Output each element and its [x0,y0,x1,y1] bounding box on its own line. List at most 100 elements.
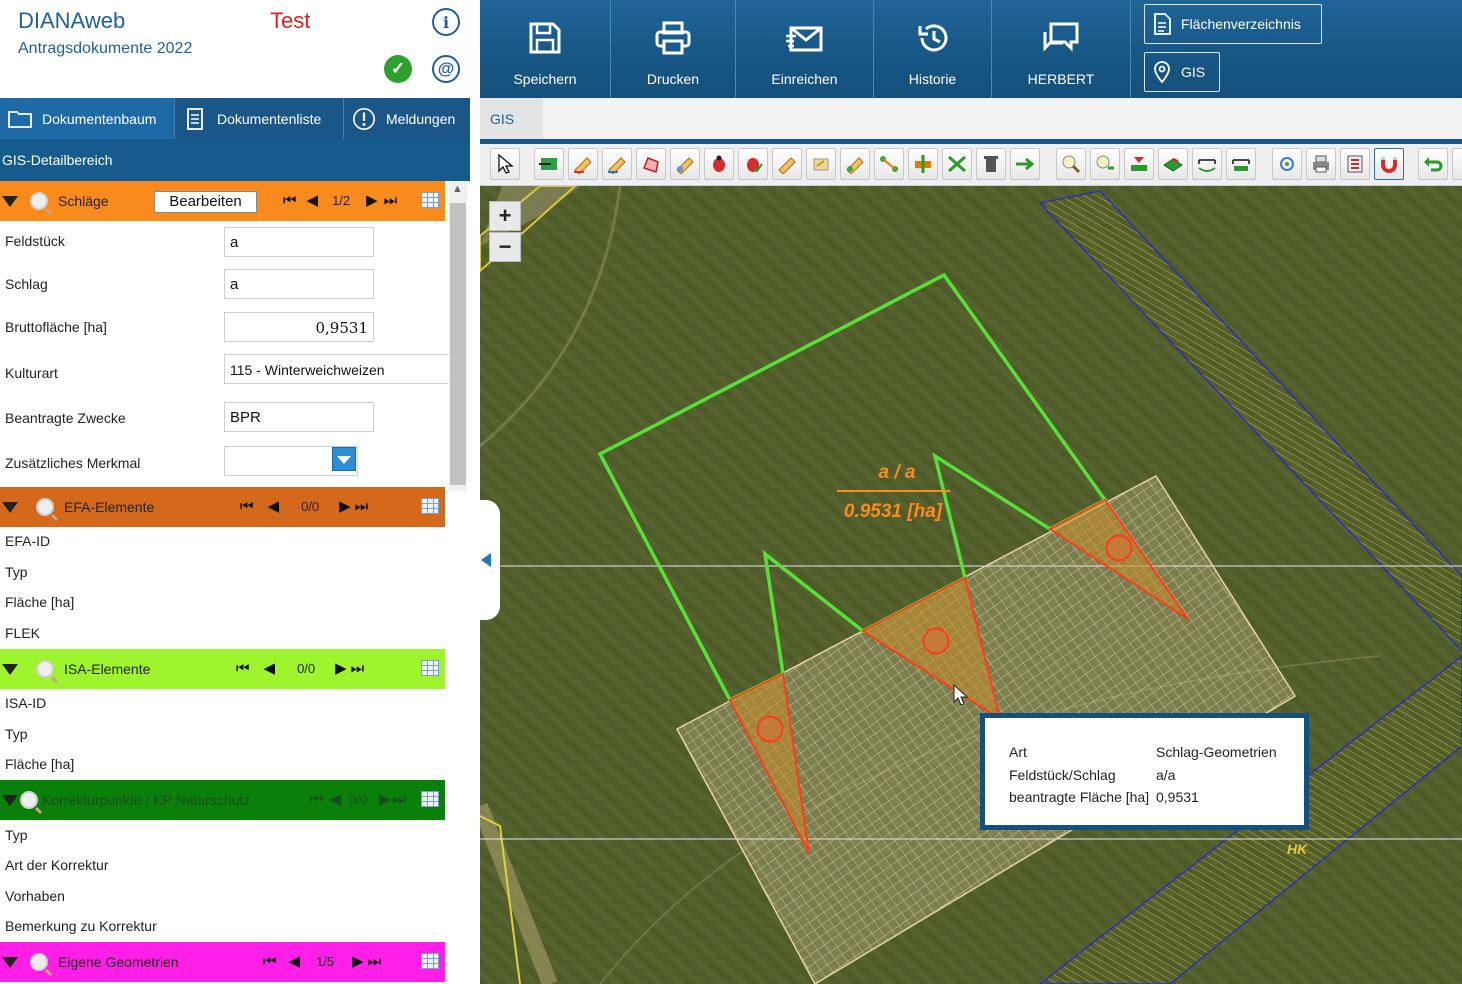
last-record-icon[interactable]: ⏭ [384,192,398,209]
submit-button[interactable]: Einreichen [736,0,874,98]
prev-record-icon[interactable]: ◀ [307,191,319,209]
beantragte-zwecke-field[interactable]: BPR [224,402,374,432]
measure-tool[interactable] [1192,148,1222,180]
zoom-in-button[interactable]: + [489,201,521,231]
last-record-icon[interactable]: ⏭ [351,660,365,677]
pencil-green-tool[interactable] [840,148,870,180]
at-icon[interactable]: @ [432,55,460,83]
add-tool[interactable] [1010,148,1040,180]
table-view-icon[interactable] [421,953,439,969]
zoom-to-icon[interactable] [36,498,54,516]
save-button[interactable]: Speichern [480,0,611,98]
zoom-to-icon[interactable] [30,192,48,210]
last-record-icon[interactable]: ⏭ [355,498,369,515]
first-record-icon[interactable]: ⏮ [310,791,324,808]
gis-button[interactable]: GIS [1144,52,1220,92]
search-add-tool[interactable] [1090,148,1120,180]
prev-record-icon[interactable]: ◀ [264,659,276,677]
scrollbar[interactable]: ▲ [449,181,467,491]
tab-meldungen[interactable]: Meldungen [344,98,470,139]
map-canvas[interactable]: a / a 0.9531 [ha] [480,186,1462,984]
bug-check-tool[interactable] [738,148,768,180]
pencil-edit-tool[interactable] [670,148,700,180]
search-map-tool[interactable] [1056,148,1086,180]
locate-tool[interactable] [1272,148,1302,180]
section-schlaege-header[interactable]: Schläge Bearbeiten ⏮ ◀ 1/2 ▶ ⏭ [0,181,445,221]
layers-tool[interactable] [1158,148,1188,180]
zoom-to-icon[interactable] [20,791,38,809]
import-geometry-tool[interactable] [534,148,564,180]
select-pointer-tool[interactable] [490,148,520,180]
legend-tool[interactable] [1340,148,1370,180]
button-label: Speichern [513,71,577,87]
panel-collapse-handle[interactable] [476,500,500,620]
herbert-button[interactable]: HERBERT [992,0,1131,98]
pencil-tool[interactable] [772,148,802,180]
eraser-tool[interactable] [806,148,836,180]
first-record-icon[interactable]: ⏮ [283,192,297,209]
layer-down-tool[interactable] [1124,148,1154,180]
bug-tool[interactable] [704,148,734,180]
magnet-snap-tool[interactable] [1374,148,1404,180]
bruttoflaeche-field[interactable]: 0,9531 [224,312,374,342]
collapse-triangle-icon[interactable] [2,956,18,968]
kulturart-field[interactable]: 115 - Winterweichweizen [224,354,449,384]
zoom-out-button[interactable]: − [489,232,521,262]
merge-tool[interactable] [908,148,938,180]
next-record-icon[interactable]: ▶ [366,191,378,209]
collapse-triangle-icon[interactable] [2,501,18,513]
print-map-tool[interactable] [1306,148,1336,180]
popup-value: a/a [1156,767,1176,783]
check-icon[interactable]: ✓ [384,55,412,83]
print-button[interactable]: Drucken [611,0,736,98]
section-isa-header[interactable]: ISA-Elemente ⏮ ◀ 0/0 ▶ ⏭ [0,649,445,689]
next-record-icon[interactable]: ▶ [339,497,351,515]
polygon-shape-tool[interactable] [636,148,666,180]
table-view-icon[interactable] [421,192,439,208]
section-efa-header[interactable]: EFA-Elemente ⏮ ◀ 0/0 ▶ ⏭ [0,487,445,527]
dropdown-arrow-icon[interactable] [332,447,356,471]
first-record-icon[interactable]: ⏮ [240,498,254,515]
tab-gis[interactable]: GIS [480,98,543,139]
draw-polygon-tool[interactable] [568,148,598,180]
feldstueck-field[interactable]: a [224,227,374,257]
next-record-icon[interactable]: ▶ [335,659,347,677]
tab-dokumentenliste[interactable]: Dokumentenliste [175,98,344,139]
table-view-icon[interactable] [421,791,439,807]
delete-icon[interactable] [976,148,1006,180]
info-icon[interactable]: i [432,8,460,36]
flaechenverzeichnis-button[interactable]: Flächenverzeichnis [1144,4,1322,44]
last-record-icon[interactable]: ⏭ [368,953,382,970]
section-korrektur-header[interactable]: Korrekturpunkte / KP Naturschutz ⏮ ◀ 0/0… [0,780,445,820]
next-record-icon[interactable]: ▶ [352,952,364,970]
collapse-triangle-icon[interactable] [2,195,18,207]
schlag-field[interactable]: a [224,269,374,299]
table-view-icon[interactable] [421,498,439,514]
scrollbar-thumb[interactable] [450,203,466,485]
prev-record-icon[interactable]: ◀ [330,790,342,808]
redo-icon[interactable] [1452,148,1462,180]
collapse-triangle-icon[interactable] [2,794,18,806]
collapse-triangle-icon[interactable] [2,663,18,675]
edit-polygon-tool[interactable] [602,148,632,180]
first-record-icon[interactable]: ⏮ [263,953,277,970]
row-label: Typ [5,827,28,843]
last-record-icon[interactable]: ⏭ [393,791,407,808]
split-tool[interactable] [874,148,904,180]
next-record-icon[interactable]: ▶ [379,790,391,808]
tab-dokumentenbaum[interactable]: Dokumentenbaum [0,98,175,139]
zoom-to-icon[interactable] [36,660,54,678]
section-eigene-header[interactable]: Eigene Geometrien ⏮ ◀ 1/5 ▶ ⏭ [0,942,445,982]
map-view[interactable]: a / a 0.9531 [ha] + − HK Art Schlag-Geom… [480,186,1462,984]
history-button[interactable]: Historie [874,0,992,98]
prev-record-icon[interactable]: ◀ [268,497,280,515]
prev-record-icon[interactable]: ◀ [289,952,301,970]
edit-button[interactable]: Bearbeiten [154,191,257,213]
cut-tool[interactable] [942,148,972,180]
first-record-icon[interactable]: ⏮ [236,660,250,677]
zoom-to-icon[interactable] [30,953,48,971]
undo-icon[interactable] [1418,148,1448,180]
measure-area-tool[interactable] [1226,148,1256,180]
scroll-up-icon[interactable]: ▲ [452,183,463,195]
table-view-icon[interactable] [421,660,439,676]
